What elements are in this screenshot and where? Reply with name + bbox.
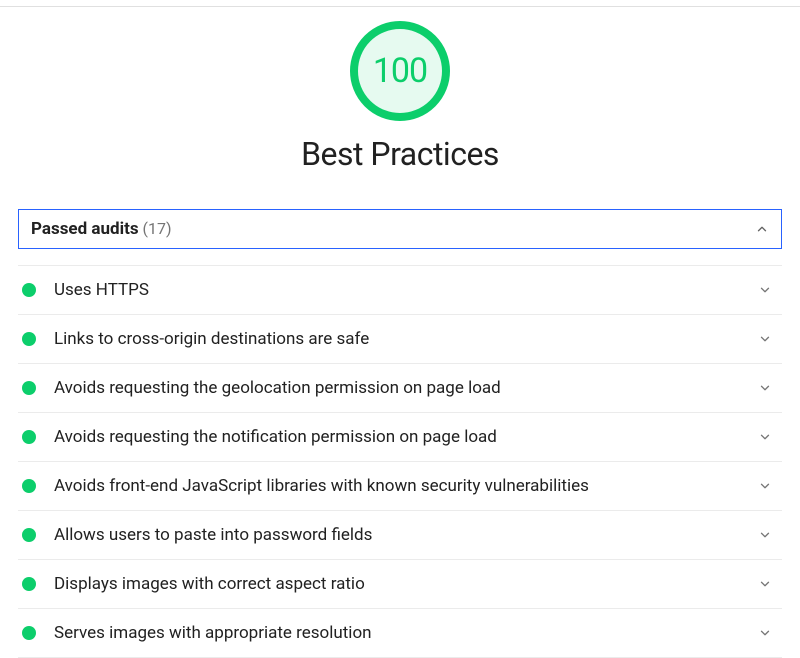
pass-status-icon (22, 332, 36, 346)
audit-item[interactable]: Avoids requesting the geolocation permis… (18, 364, 782, 413)
pass-status-icon (22, 528, 36, 542)
chevron-down-icon (758, 283, 772, 297)
audit-item[interactable]: Links to cross-origin destinations are s… (18, 315, 782, 364)
audit-item[interactable]: Avoids front-end JavaScript libraries wi… (18, 462, 782, 511)
audit-label: Allows users to paste into password fiel… (54, 525, 758, 545)
score-gauge: 100 (350, 21, 450, 121)
audit-item[interactable]: Uses HTTPS (18, 265, 782, 315)
pass-status-icon (22, 479, 36, 493)
audit-label: Links to cross-origin destinations are s… (54, 329, 758, 349)
pass-status-icon (22, 577, 36, 591)
chevron-down-icon (758, 528, 772, 542)
chevron-down-icon (758, 479, 772, 493)
audit-item[interactable]: Avoids requesting the notification permi… (18, 413, 782, 462)
audit-label: Serves images with appropriate resolutio… (54, 623, 758, 643)
passed-audits-toggle[interactable]: Passed audits (17) (18, 209, 782, 249)
score-value: 100 (373, 51, 427, 91)
pass-status-icon (22, 381, 36, 395)
audit-label: Avoids requesting the notification permi… (54, 427, 758, 447)
audit-label: Avoids requesting the geolocation permis… (54, 378, 758, 398)
pass-status-icon (22, 626, 36, 640)
section-header-text: Passed audits (17) (31, 219, 172, 239)
section-count: (17) (143, 219, 172, 238)
chevron-down-icon (758, 626, 772, 640)
section-label: Passed audits (31, 219, 139, 239)
chevron-down-icon (758, 332, 772, 346)
audit-label: Uses HTTPS (54, 280, 758, 300)
pass-status-icon (22, 430, 36, 444)
chevron-up-icon (755, 222, 769, 236)
chevron-down-icon (758, 430, 772, 444)
chevron-down-icon (758, 577, 772, 591)
audit-item[interactable]: Displays images with correct aspect rati… (18, 560, 782, 609)
score-section: 100 Best Practices (18, 7, 782, 185)
audit-list: Uses HTTPS Links to cross-origin destinat… (18, 265, 782, 658)
audit-label: Displays images with correct aspect rati… (54, 574, 758, 594)
audit-item[interactable]: Allows users to paste into password fiel… (18, 511, 782, 560)
pass-status-icon (22, 283, 36, 297)
audit-label: Avoids front-end JavaScript libraries wi… (54, 476, 758, 496)
chevron-down-icon (758, 381, 772, 395)
category-title: Best Practices (18, 135, 782, 173)
report-container: 100 Best Practices Passed audits (17) Us… (0, 7, 800, 658)
